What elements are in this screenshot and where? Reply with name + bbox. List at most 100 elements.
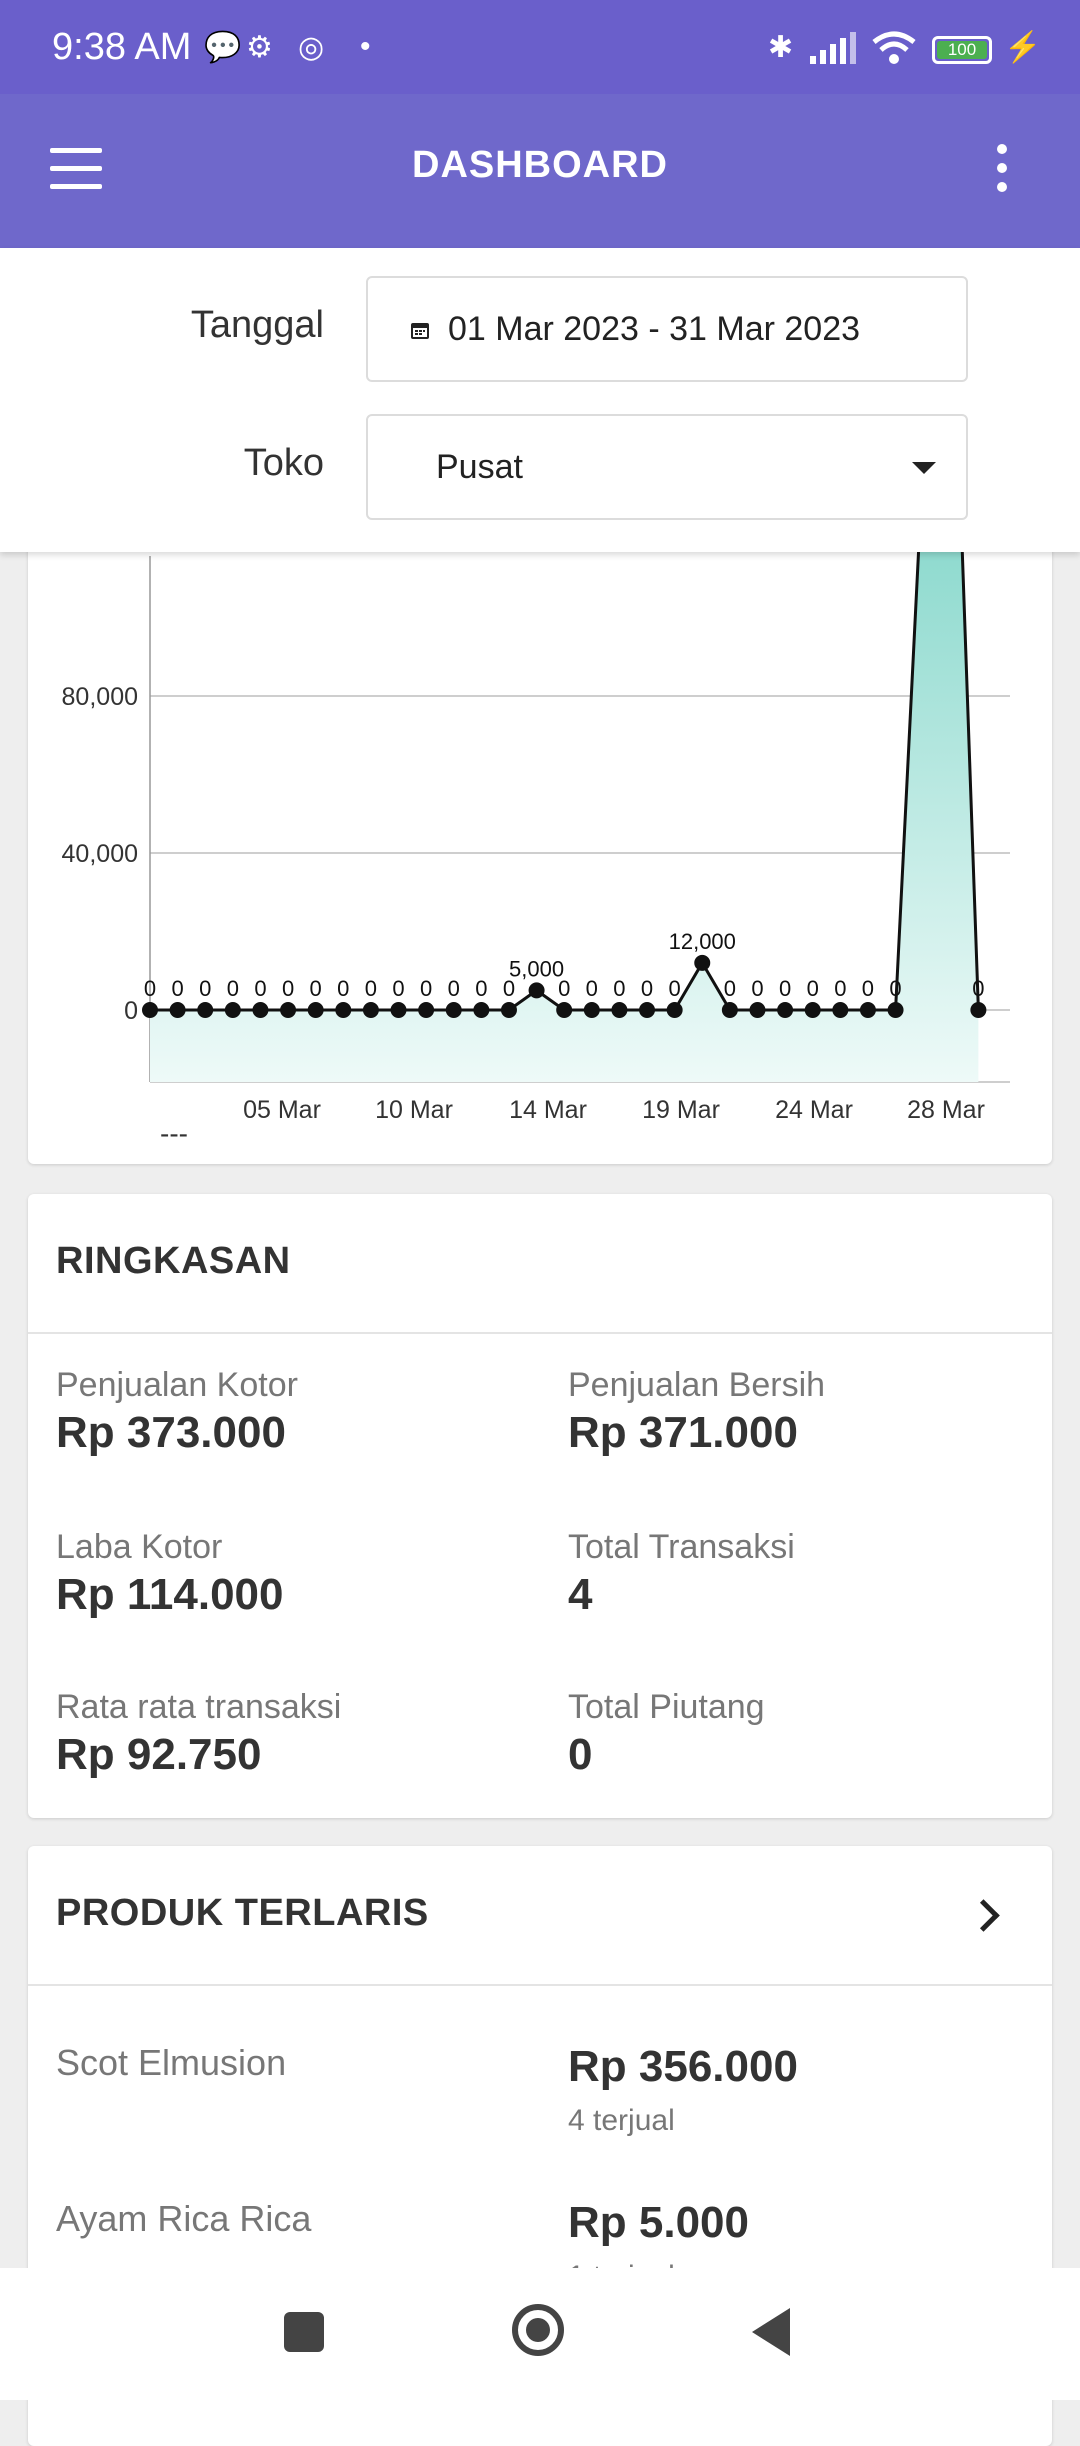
data-point [859, 1002, 876, 1018]
data-label: 0 [337, 976, 349, 1001]
summary-label: Penjualan Kotor [56, 1366, 298, 1404]
summary-card: RINGKASAN Penjualan Kotor Rp 373.000 Pen… [28, 1194, 1052, 1818]
data-label: 0 [751, 976, 763, 1001]
app-bar: DASHBOARD [0, 94, 1080, 248]
legend-text: --- [160, 1118, 188, 1149]
data-label: 0 [972, 976, 984, 1001]
summary-label: Total Transaksi [568, 1528, 795, 1566]
data-label: 0 [254, 976, 266, 1001]
summary-value: Rp 371.000 [568, 1408, 798, 1457]
more-options-icon[interactable] [988, 144, 1016, 198]
product-name: Ayam Rica Rica [56, 2198, 312, 2239]
data-label: 0 [641, 976, 653, 1001]
y-tick-label: 0 [124, 997, 138, 1025]
back-button[interactable] [752, 2308, 790, 2356]
summary-title: RINGKASAN [56, 1240, 291, 1282]
page-title: DASHBOARD [412, 144, 668, 186]
settings-notification-icon: ⚙ [246, 31, 273, 64]
recent-apps-button[interactable] [284, 2312, 324, 2352]
date-range-value: 01 Mar 2023 - 31 Mar 2023 [448, 310, 861, 348]
product-sold-count: 4 terjual [568, 2104, 675, 2137]
x-tick-label: 24 Mar [775, 1096, 853, 1124]
x-tick-label: 10 Mar [375, 1096, 453, 1124]
store-label: Toko [243, 442, 324, 484]
data-point [777, 1002, 794, 1018]
data-label: 0 [171, 976, 183, 1001]
charging-icon: ⚡ [1004, 31, 1042, 64]
summary-value: Rp 373.000 [56, 1408, 286, 1457]
data-label: 0 [475, 976, 487, 1001]
date-label: Tanggal [190, 304, 324, 346]
filter-panel: Tanggal 01 Mar 2023 - 31 Mar 2023 Toko P… [0, 248, 1080, 552]
sales-chart-card: 0 40,000 80,000 0 0 0 0 0 0 0 0 0 0 0 0 0 0 5,000 0 0 0 0 0 12… [28, 458, 1052, 1164]
battery-level: 100 [937, 41, 987, 59]
data-label: 0 [862, 976, 874, 1001]
data-point [224, 1002, 241, 1018]
data-label: 0 [834, 976, 846, 1001]
data-point [639, 1002, 656, 1018]
data-label: 0 [199, 976, 211, 1001]
summary-label: Laba Kotor [56, 1528, 223, 1566]
data-point [418, 1002, 435, 1018]
data-point [197, 1002, 214, 1018]
data-label: 0 [392, 976, 404, 1001]
sales-chart: 040,00080,000 0 0 0 0 0 0 0 0 0 0 0 0 0 05,0000 0 0 0 012… [62, 458, 1010, 1124]
x-tick-label: 19 Mar [642, 1096, 720, 1124]
x-tick-label: 14 Mar [509, 1096, 587, 1124]
battery-icon: 100 [932, 36, 992, 64]
data-label: 0 [724, 976, 736, 1001]
summary-value: Rp 92.750 [56, 1730, 262, 1779]
data-point [887, 1002, 904, 1018]
compass-notification-icon: ◎ [298, 31, 325, 64]
store-select[interactable]: Pusat [366, 414, 968, 520]
data-label: 0 [779, 976, 791, 1001]
y-tick-label: 80,000 [62, 683, 138, 711]
summary-value: Rp 114.000 [56, 1570, 284, 1619]
data-label: 0 [365, 976, 377, 1001]
summary-label: Rata rata transaksi [56, 1688, 342, 1726]
data-label: 0 [807, 976, 819, 1001]
data-point [335, 1002, 352, 1018]
status-bar: 9:38 AM 💬 ⚙ ◎ • ✱ 100 ⚡ [0, 0, 1080, 94]
series-line [150, 458, 980, 1012]
data-point [500, 1002, 517, 1018]
product-amount: Rp 356.000 [568, 2042, 798, 2091]
data-label: 0 [310, 976, 322, 1001]
data-point [307, 1002, 324, 1018]
data-point [583, 1002, 600, 1018]
wifi-icon [872, 31, 916, 64]
data-label: 5,000 [509, 956, 564, 981]
bluetooth-icon: ✱ [768, 31, 794, 64]
data-point [528, 982, 545, 999]
data-point [666, 1002, 683, 1018]
data-point [832, 1002, 849, 1018]
data-point [556, 1002, 573, 1018]
data-point [252, 1002, 269, 1018]
data-label: 0 [420, 976, 432, 1001]
calendar-icon [411, 323, 429, 339]
data-point [749, 1002, 766, 1018]
chevron-right-icon[interactable] [967, 1899, 1000, 1932]
data-label: 0 [558, 976, 570, 1001]
product-amount: Rp 5.000 [568, 2198, 749, 2247]
y-tick-label: 40,000 [62, 840, 138, 868]
divider [28, 1332, 1052, 1334]
data-point [390, 1002, 407, 1018]
data-point [473, 1002, 490, 1018]
divider [28, 1984, 1052, 1986]
data-label: 0 [586, 976, 598, 1001]
data-point [280, 1002, 297, 1018]
x-tick-label: 05 Mar [243, 1096, 321, 1124]
data-point [721, 1002, 738, 1018]
data-point [611, 1002, 628, 1018]
date-range-field[interactable]: 01 Mar 2023 - 31 Mar 2023 [366, 276, 968, 382]
data-label: 0 [613, 976, 625, 1001]
data-point [169, 1002, 186, 1018]
data-label: 0 [889, 976, 901, 1001]
data-point [362, 1002, 379, 1018]
data-point [970, 1002, 987, 1018]
summary-label: Total Piutang [568, 1688, 765, 1726]
home-button[interactable] [512, 2304, 564, 2356]
data-point [445, 1002, 462, 1018]
data-label: 0 [669, 976, 681, 1001]
